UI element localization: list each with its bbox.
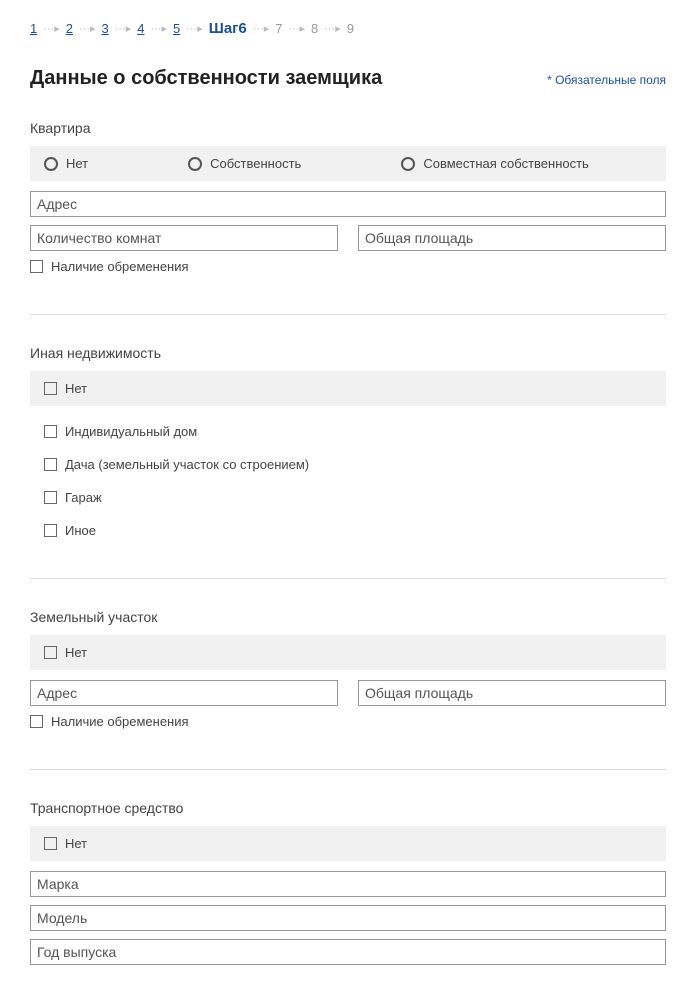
header-row: Данные о собственности заемщика * Обязат… [30, 67, 666, 90]
apartment-opt-joint-label: Совместная собственность [423, 156, 589, 171]
step-2[interactable]: 2 [66, 21, 73, 36]
other-realty-other-label: Иное [65, 523, 96, 538]
other-realty-opt-none-label: Нет [65, 381, 87, 396]
apartment-title: Квартира [30, 120, 666, 136]
step-current: Шаг6 [209, 20, 247, 37]
page-root: 1 ···▸ 2 ···▸ 3 ···▸ 4 ···▸ 5 ···▸ Шаг6 … [0, 0, 696, 993]
checkbox-icon[interactable] [44, 382, 57, 395]
land-area-input[interactable] [358, 680, 666, 706]
land-fields: Наличие обременения [30, 680, 666, 729]
divider [30, 769, 666, 770]
section-vehicle: Транспортное средство Нет [30, 800, 666, 965]
checkbox-icon[interactable] [30, 715, 43, 728]
apartment-encumbrance-label: Наличие обременения [51, 259, 189, 274]
step-7: 7 [275, 21, 282, 36]
land-encumbrance-label: Наличие обременения [51, 714, 189, 729]
other-realty-garage-label: Гараж [65, 490, 102, 505]
other-realty-dacha-label: Дача (земельный участок со строением) [65, 457, 309, 472]
vehicle-opt-none[interactable]: Нет [44, 836, 87, 851]
vehicle-fields [30, 871, 666, 965]
other-realty-house-label: Индивидуальный дом [65, 424, 197, 439]
checkbox-icon[interactable] [44, 646, 57, 659]
checkbox-icon[interactable] [44, 458, 57, 471]
step-5[interactable]: 5 [173, 21, 180, 36]
arrow-icon: ···▸ [79, 22, 96, 35]
required-note: * Обязательные поля [547, 73, 666, 87]
land-opt-none[interactable]: Нет [44, 645, 87, 660]
checkbox-icon[interactable] [44, 491, 57, 504]
apartment-opt-own[interactable]: Собственность [188, 156, 301, 171]
section-other-realty: Иная недвижимость Нет Индивидуальный дом… [30, 345, 666, 538]
arrow-icon: ···▸ [43, 22, 60, 35]
other-realty-garage[interactable]: Гараж [44, 490, 652, 505]
step-8: 8 [311, 21, 318, 36]
other-realty-other[interactable]: Иное [44, 523, 652, 538]
other-realty-opt-none[interactable]: Нет [44, 381, 87, 396]
land-encumbrance-row[interactable]: Наличие обременения [30, 714, 666, 729]
page-title: Данные о собственности заемщика [30, 67, 382, 90]
checkbox-icon[interactable] [44, 837, 57, 850]
arrow-icon: ···▸ [186, 22, 203, 35]
other-realty-house[interactable]: Индивидуальный дом [44, 424, 652, 439]
arrow-icon: ···▸ [324, 22, 341, 35]
other-realty-none-bar: Нет [30, 371, 666, 406]
checkbox-icon[interactable] [44, 425, 57, 438]
apartment-opt-joint[interactable]: Совместная собственность [401, 156, 589, 171]
apartment-fields: Наличие обременения [30, 191, 666, 274]
vehicle-brand-input[interactable] [30, 871, 666, 897]
apartment-encumbrance-row[interactable]: Наличие обременения [30, 259, 666, 274]
apartment-address-input[interactable] [30, 191, 666, 217]
step-1[interactable]: 1 [30, 21, 37, 36]
section-land: Земельный участок Нет Наличие обременени… [30, 609, 666, 729]
apartment-rooms-input[interactable] [30, 225, 338, 251]
vehicle-opt-none-label: Нет [65, 836, 87, 851]
stepper: 1 ···▸ 2 ···▸ 3 ···▸ 4 ···▸ 5 ···▸ Шаг6 … [30, 20, 666, 37]
apartment-opt-none-label: Нет [66, 156, 88, 171]
apartment-opt-own-label: Собственность [210, 156, 301, 171]
step-9: 9 [347, 21, 354, 36]
checkbox-icon[interactable] [44, 524, 57, 537]
radio-icon[interactable] [401, 157, 415, 171]
land-none-bar: Нет [30, 635, 666, 670]
vehicle-model-input[interactable] [30, 905, 666, 931]
arrow-icon: ···▸ [150, 22, 167, 35]
step-4[interactable]: 4 [137, 21, 144, 36]
step-3[interactable]: 3 [102, 21, 109, 36]
arrow-icon: ···▸ [289, 22, 306, 35]
land-opt-none-label: Нет [65, 645, 87, 660]
divider [30, 314, 666, 315]
land-title: Земельный участок [30, 609, 666, 625]
arrow-icon: ···▸ [253, 22, 270, 35]
divider [30, 578, 666, 579]
land-address-input[interactable] [30, 680, 338, 706]
other-realty-list: Индивидуальный дом Дача (земельный участ… [30, 406, 666, 538]
checkbox-icon[interactable] [30, 260, 43, 273]
apartment-options-bar: Нет Собственность Совместная собственнос… [30, 146, 666, 181]
apartment-area-input[interactable] [358, 225, 666, 251]
vehicle-title: Транспортное средство [30, 800, 666, 816]
vehicle-year-input[interactable] [30, 939, 666, 965]
other-realty-dacha[interactable]: Дача (земельный участок со строением) [44, 457, 652, 472]
apartment-opt-none[interactable]: Нет [44, 156, 88, 171]
vehicle-none-bar: Нет [30, 826, 666, 861]
arrow-icon: ···▸ [115, 22, 132, 35]
radio-icon[interactable] [188, 157, 202, 171]
section-apartment: Квартира Нет Собственность Совместная со… [30, 120, 666, 274]
other-realty-title: Иная недвижимость [30, 345, 666, 361]
radio-icon[interactable] [44, 157, 58, 171]
